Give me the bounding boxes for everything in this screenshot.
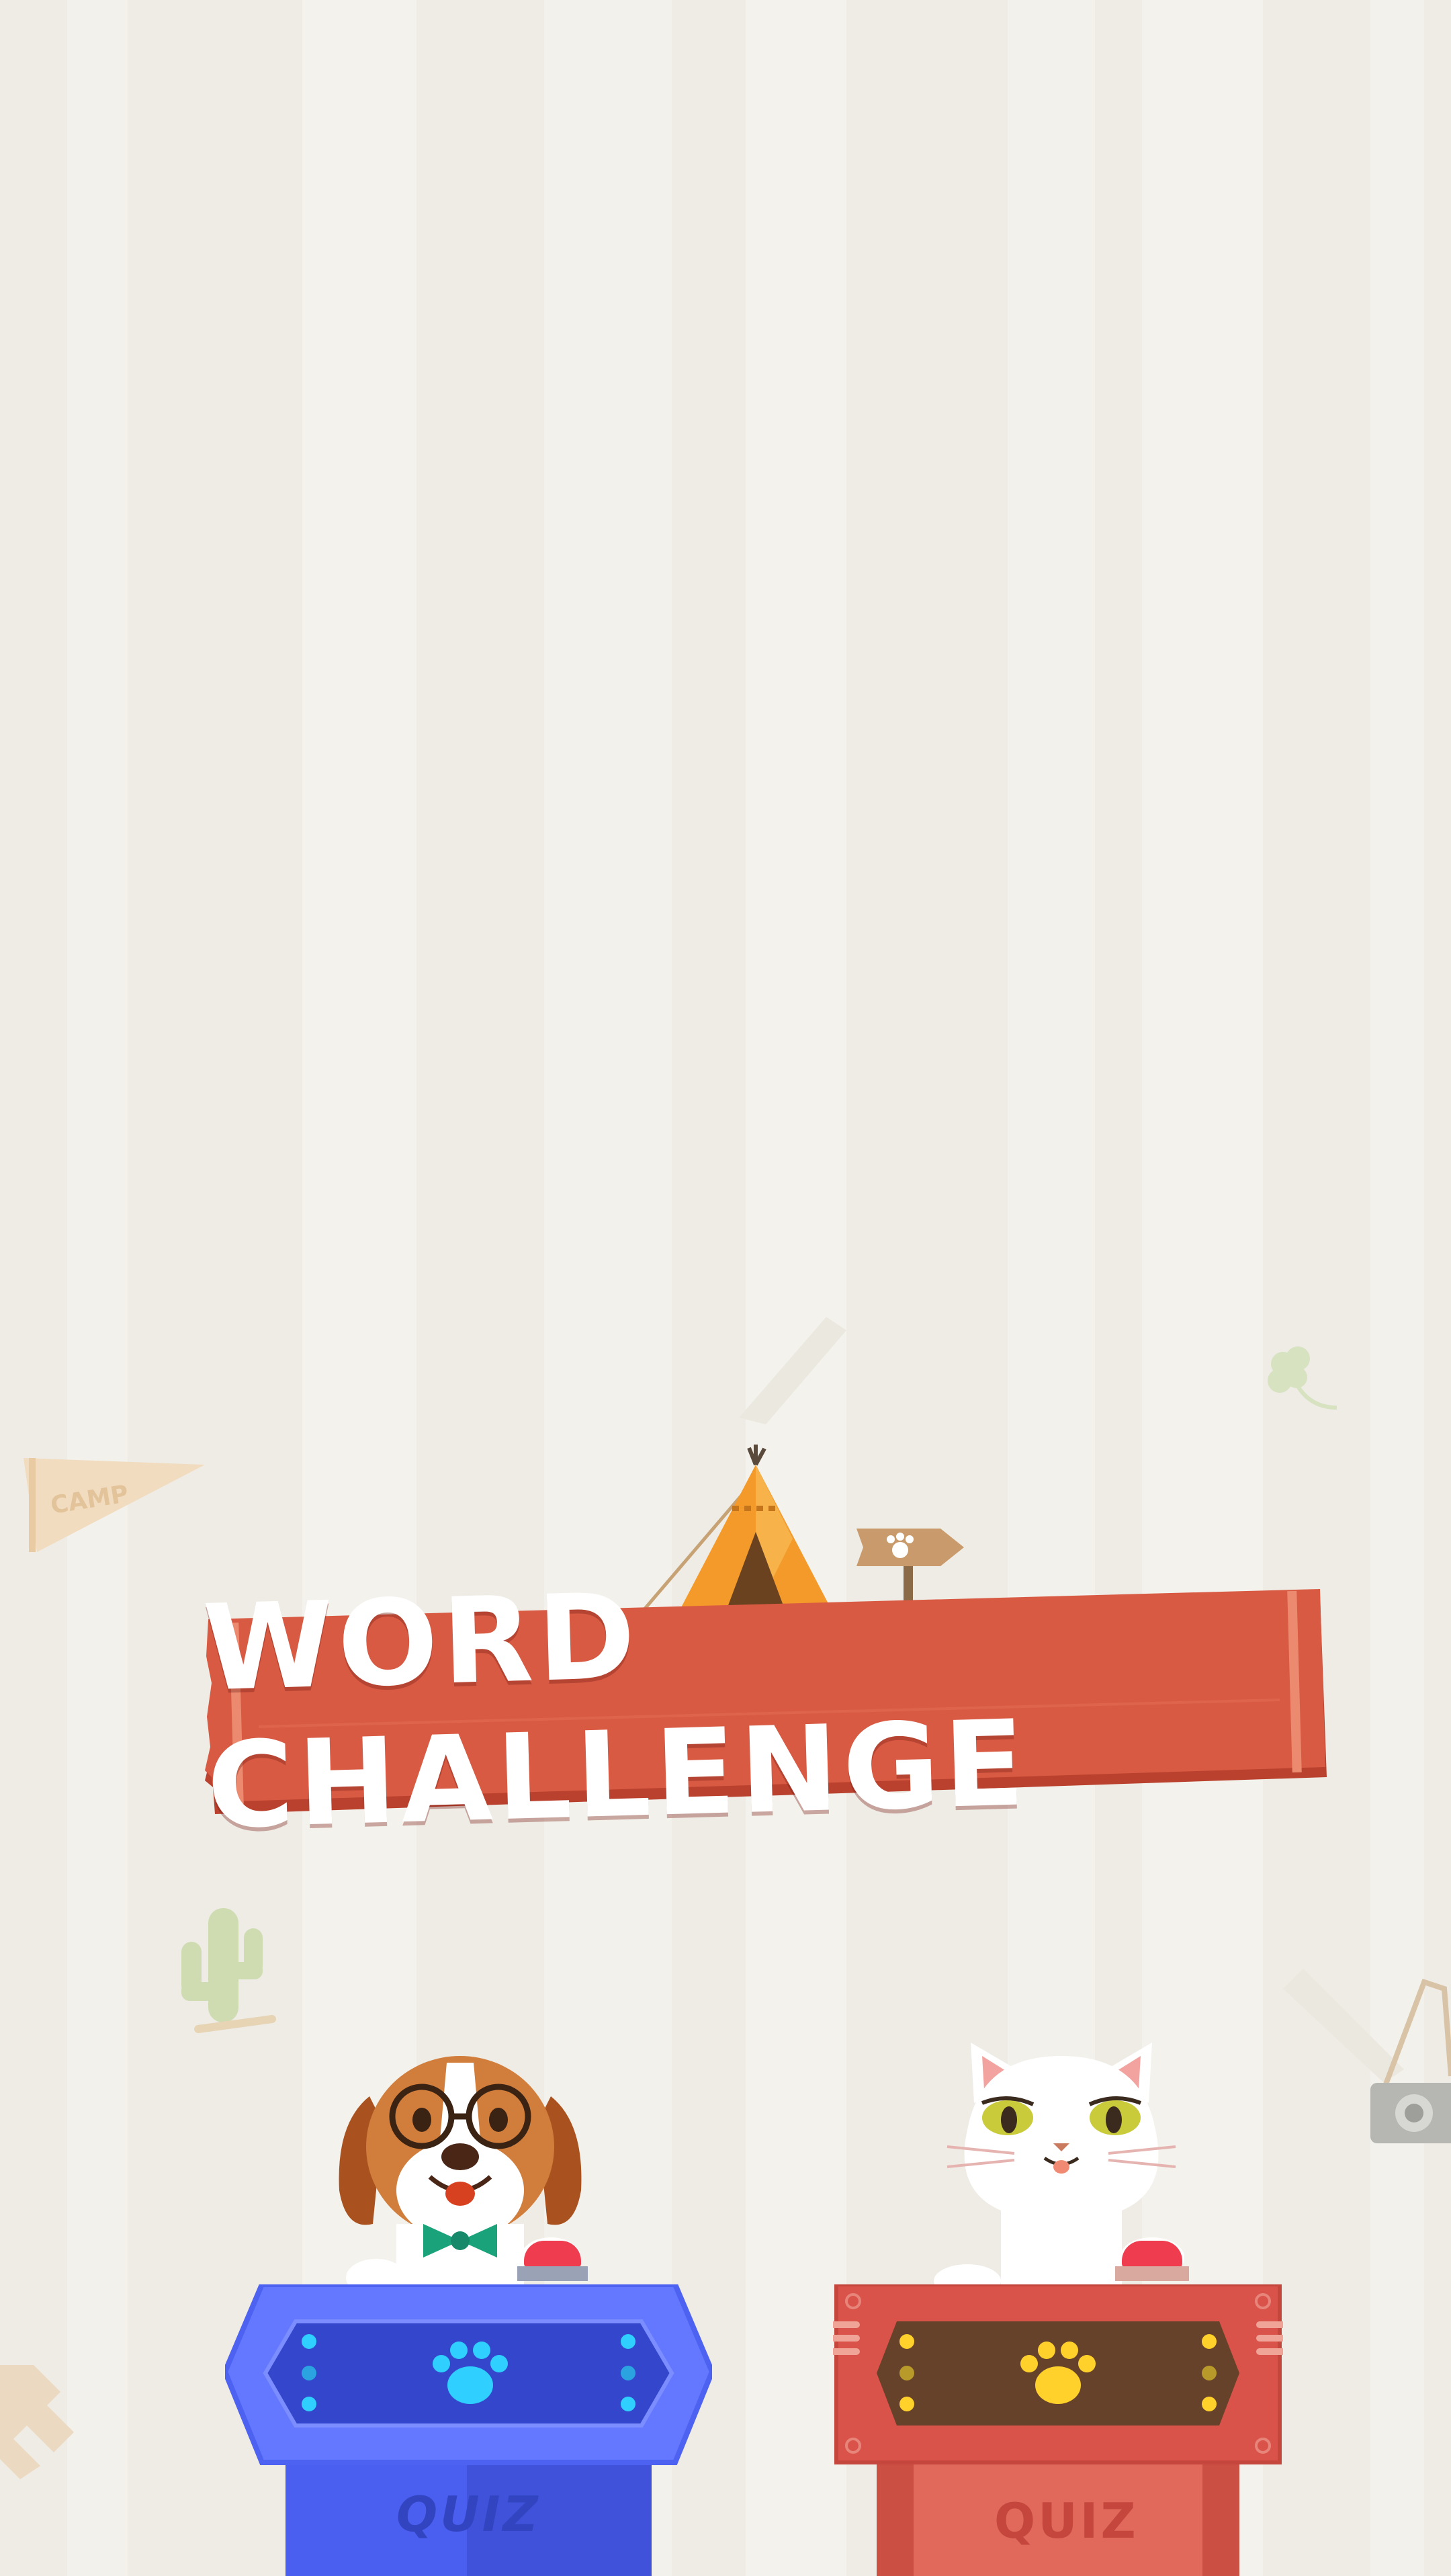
podium-left: QUIZ: [225, 2284, 712, 2576]
paw-icon: [1020, 2342, 1096, 2404]
buzzer-button-left[interactable]: [517, 2241, 588, 2281]
buzzer-button-right[interactable]: [1115, 2241, 1189, 2281]
branch-decoration: [739, 1317, 846, 1424]
letter-block-decoration: [0, 2365, 74, 2479]
camera-icon: [1370, 1978, 1451, 2143]
pennant-icon: CAMP: [17, 1451, 212, 1559]
title-banner: WORD CHALLENGE: [202, 1568, 1327, 1855]
paw-icon: [433, 2342, 508, 2404]
podium-right: QUIZ: [833, 2284, 1283, 2576]
podium-left-label: QUIZ: [396, 2486, 541, 2542]
podium-right-label: QUIZ: [994, 2493, 1139, 2549]
game-title-screen: CAMP WORD CHALLENGE QUIZ QUIZ: [0, 0, 1451, 2576]
clover-icon: [1268, 1346, 1337, 1410]
game-title: WORD CHALLENGE: [201, 1567, 1030, 1855]
cactus-icon: [181, 1908, 276, 2033]
